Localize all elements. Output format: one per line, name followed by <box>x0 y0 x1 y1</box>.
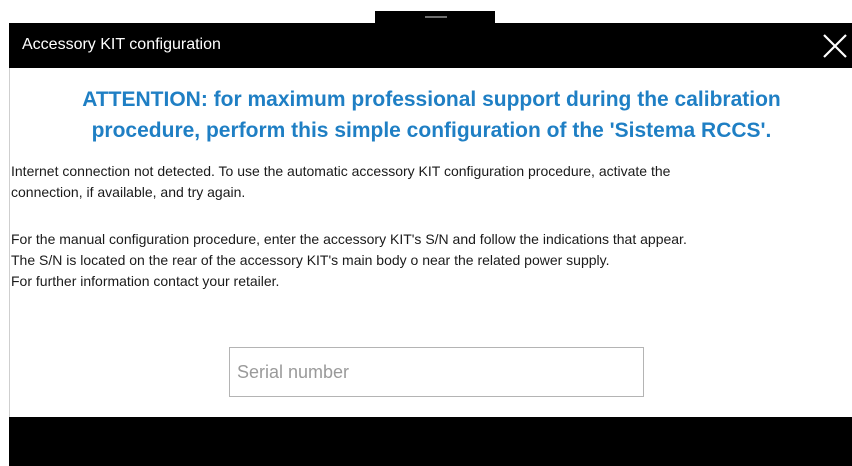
message-line: The S/N is located on the rear of the ac… <box>11 252 610 268</box>
message-line: connection, if available, and try again. <box>11 184 246 200</box>
attention-line-2: procedure, perform this simple configura… <box>91 119 772 142</box>
message-line: For the manual configuration procedure, … <box>11 231 687 247</box>
drag-handle[interactable] <box>375 11 495 23</box>
serial-number-input[interactable] <box>229 347 644 397</box>
dialog-content: ATTENTION: for maximum professional supp… <box>9 68 852 417</box>
dialog-footer <box>9 417 852 466</box>
window-left-strip <box>0 10 9 466</box>
message-line: For further information contact your ret… <box>11 273 280 289</box>
attention-heading: ATTENTION: for maximum professional supp… <box>10 84 852 146</box>
close-icon <box>823 34 847 58</box>
dialog-titlebar: Accessory KIT configuration <box>9 23 852 68</box>
message-line: Internet connection not detected. To use… <box>11 163 671 179</box>
grip-icon <box>425 16 447 18</box>
close-button[interactable] <box>816 26 852 64</box>
window-top-strip <box>0 0 852 10</box>
dialog-title: Accessory KIT configuration <box>22 36 221 53</box>
attention-line-1: ATTENTION: for maximum professional supp… <box>82 88 781 111</box>
